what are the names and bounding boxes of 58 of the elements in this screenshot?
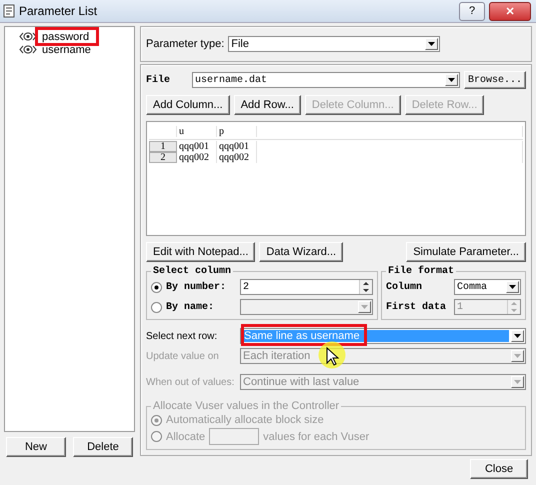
- group-title: Allocate Vuser values in the Controller: [152, 400, 340, 412]
- window-icon: [3, 4, 15, 18]
- help-button[interactable]: ?: [459, 2, 485, 20]
- spin-buttons[interactable]: [359, 280, 372, 294]
- radio-label: Allocate: [166, 430, 206, 442]
- column-dropdown[interactable]: Comma: [454, 279, 521, 295]
- tree-item[interactable]: username: [40, 44, 93, 56]
- field-label: Update value on: [146, 350, 220, 362]
- radio-label: By name:: [166, 302, 216, 312]
- caret-icon: [361, 305, 368, 309]
- caret-icon: [514, 380, 521, 384]
- caret-icon: [514, 334, 521, 338]
- toolbar-button[interactable]: Simulate Parameter...: [406, 242, 526, 262]
- field-label: File: [146, 74, 172, 86]
- table-cell: qqq002: [217, 152, 257, 163]
- dropdown-button[interactable]: [506, 281, 519, 293]
- parameter-icon: [19, 45, 37, 54]
- dropdown-button[interactable]: [425, 38, 438, 50]
- caret-icon: [509, 285, 516, 289]
- window-title: Parameter List: [19, 4, 98, 18]
- parameter-type-dropdown[interactable]: File: [228, 36, 440, 52]
- cursor-highlight-drawing: [318, 341, 346, 369]
- table-cell: qqq001: [177, 141, 217, 152]
- column-header: p: [217, 126, 257, 137]
- radio-label: By number:: [166, 282, 228, 292]
- radio-button[interactable]: [151, 282, 162, 292]
- row-number: 2: [149, 152, 177, 163]
- caret-icon: [448, 78, 455, 82]
- field-label: When out of values:: [146, 376, 236, 388]
- filename-dropdown[interactable]: username.dat: [192, 72, 460, 88]
- toolbar-button[interactable]: Add Row...: [234, 95, 301, 115]
- toolbar-button[interactable]: Data Wizard...: [259, 242, 344, 262]
- toolbar-button[interactable]: Edit with Notepad...: [146, 242, 256, 262]
- row-number: 1: [149, 141, 177, 152]
- tree-item[interactable]: password: [40, 30, 92, 42]
- toolbar-button[interactable]: Add Column...: [146, 95, 230, 115]
- caret-icon: [428, 42, 436, 46]
- delete-button[interactable]: Delete: [73, 437, 133, 457]
- close-button[interactable]: ✕: [489, 2, 531, 20]
- group-title: File format: [387, 266, 456, 277]
- radio-label: Automatically allocate block size: [166, 414, 324, 426]
- table-cell: qqq002: [177, 152, 217, 163]
- caret-icon: [514, 354, 521, 358]
- field-label: Column: [386, 282, 424, 292]
- new-button[interactable]: New: [6, 437, 66, 457]
- dropdown-button[interactable]: [511, 330, 524, 342]
- radio-label: values for each Vuser: [263, 430, 370, 442]
- table-cell: qqq001: [217, 141, 257, 152]
- field-label: Parameter type:: [146, 38, 224, 50]
- close-button[interactable]: Close: [470, 459, 528, 479]
- dropdown-button[interactable]: [444, 74, 458, 86]
- field-label: First data: [386, 302, 448, 312]
- parameter-icon: [19, 32, 37, 41]
- group-title: Select column: [152, 266, 232, 277]
- number-spinner[interactable]: 2: [240, 279, 373, 295]
- browse-button[interactable]: Browse...: [464, 71, 526, 89]
- field-label: Select next row:: [146, 330, 218, 342]
- column-header: u: [177, 126, 217, 137]
